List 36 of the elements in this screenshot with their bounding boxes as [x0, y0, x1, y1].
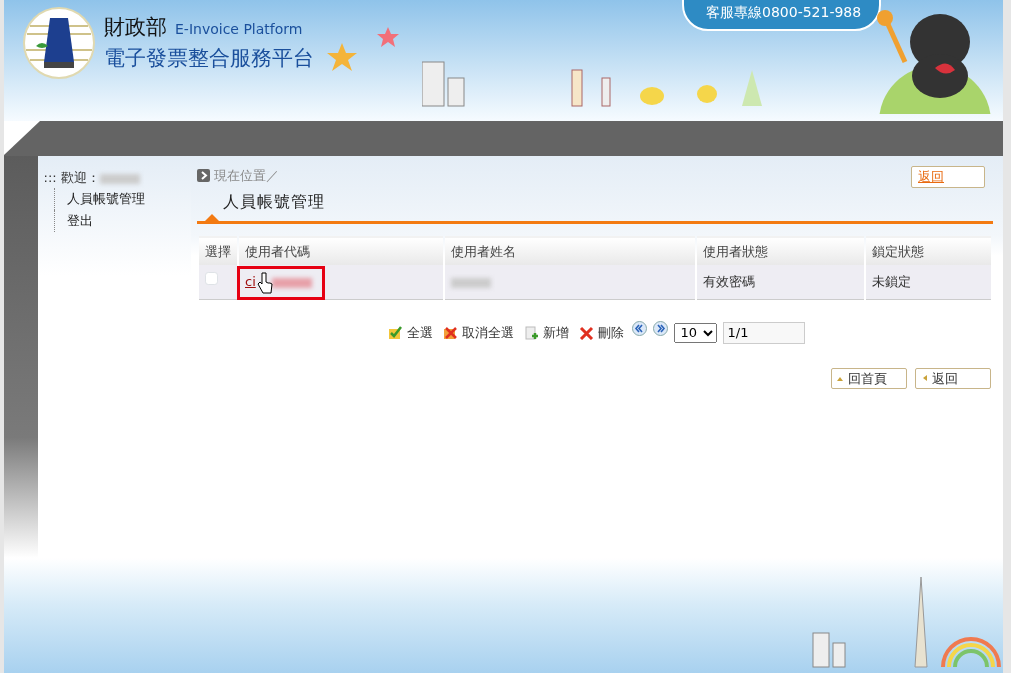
blurred-user-code: [271, 277, 312, 288]
blurred-user-name: [451, 277, 492, 288]
row-checkbox[interactable]: [205, 272, 218, 285]
blurred-user-name: [99, 173, 140, 184]
column-header: 使用者姓名: [445, 235, 695, 265]
table-cell: 未鎖定: [866, 265, 991, 300]
page-size-select[interactable]: 10: [673, 322, 717, 343]
page-title: 人員帳號管理: [223, 190, 325, 213]
platform-english-name: E-Invoice Platform: [175, 20, 303, 37]
sidebar-marker: :::: [43, 170, 57, 185]
check-icon: [387, 325, 403, 340]
agency-name: 財政部: [104, 14, 167, 39]
column-header: 選擇: [199, 235, 237, 265]
column-header: 使用者狀態: [696, 235, 865, 265]
toolbar-button[interactable]: 新增: [521, 322, 571, 343]
welcome-label: 歡迎：: [60, 170, 100, 185]
arrow-right-icon: [197, 169, 210, 183]
user-code-link[interactable]: ci: [245, 274, 256, 289]
back-button[interactable]: 返回: [915, 367, 991, 389]
hand-pointer-icon: [257, 272, 273, 294]
toolbar-button[interactable]: 刪除: [576, 322, 626, 343]
breadcrumb-label: 現在位置／: [214, 167, 279, 185]
cross-icon: [442, 325, 458, 340]
toolbar-button[interactable]: 取消全選: [440, 322, 516, 343]
column-header: 使用者代碼: [239, 235, 444, 265]
home-button[interactable]: 回首頁: [831, 367, 907, 389]
hotline-label: 客服專線0800-521-988: [682, 0, 882, 31]
platform-chinese-name: 電子發票整合服務平台: [104, 45, 314, 72]
page-field[interactable]: 1/1: [722, 321, 805, 344]
table-cell: 有效密碼: [696, 265, 865, 300]
next-page-icon[interactable]: [652, 321, 668, 336]
previous-page-icon[interactable]: [631, 321, 647, 336]
add-document-icon: [523, 325, 539, 340]
delete-icon: [578, 325, 594, 340]
column-header: 鎖定狀態: [866, 235, 991, 265]
toolbar-button[interactable]: 全選: [385, 322, 435, 343]
